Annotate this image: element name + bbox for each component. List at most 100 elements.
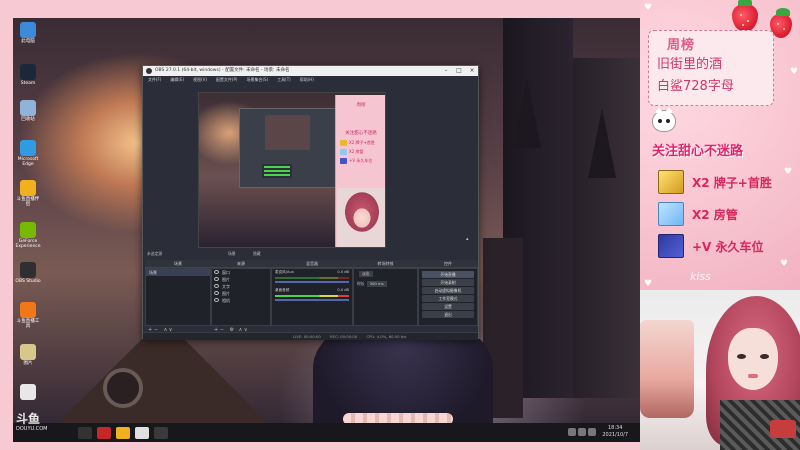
kiss-decoration: kiss	[690, 270, 711, 283]
desktop-icon[interactable]: Steam	[15, 64, 41, 86]
menu-scene-collection[interactable]: 场景集合(S)	[246, 76, 268, 84]
board-title: 周榜	[667, 38, 696, 53]
obs-window[interactable]: OBS 27.0.1 (64-bit, windows) - 配置文件: 未命名…	[142, 65, 479, 340]
tray-input-icon[interactable]	[588, 428, 596, 436]
source-item[interactable]: 文字	[212, 283, 270, 290]
exit-button[interactable]: 退出	[422, 311, 474, 318]
taskbar-app-icon[interactable]	[116, 426, 130, 439]
source-item[interactable]: 图片	[212, 290, 270, 297]
scene-item[interactable]: 场景	[146, 269, 210, 276]
mixer-channel-level: 0.0 dB	[337, 270, 349, 274]
obs-preview-canvas[interactable]: 周榜 关注甜心不迷路 X2 牌子+首胜 X2 房管 +V 永久车位	[198, 92, 386, 248]
menu-edit[interactable]: 编辑(E)	[170, 76, 184, 84]
desktop-icon[interactable]	[15, 384, 41, 401]
desktop-icon[interactable]: 斗鱼直播工具	[15, 302, 41, 329]
live-status: LIVE: 00:00:00	[293, 334, 321, 339]
paper-plane-icon	[658, 202, 684, 226]
board-line: 白鲨728字母	[657, 79, 734, 94]
rocket-icon	[658, 234, 684, 258]
source-item[interactable]: 图片	[212, 276, 270, 283]
desktop-icon-label: OBS Studio	[15, 279, 41, 284]
preview-overlay-row: X2 房管	[340, 149, 385, 155]
follow-text: 关注甜心不迷路	[652, 144, 744, 159]
controls-dock-title: 控件	[418, 260, 478, 268]
desktop-icon[interactable]: Microsoft Edge	[15, 140, 41, 167]
desktop-app-icon	[20, 140, 36, 156]
obs-title-bar[interactable]: OBS 27.0.1 (64-bit, windows) - 配置文件: 未命名…	[143, 66, 478, 76]
visibility-eye-icon[interactable]	[214, 270, 219, 274]
taskbar-app-icon[interactable]	[154, 426, 168, 439]
volume-slider[interactable]	[275, 299, 349, 301]
desktop-icon-label: Microsoft Edge	[17, 157, 39, 167]
preview-overlay-row: +V 永久车位	[340, 158, 385, 164]
taskbar-clock[interactable]: 18:34 2021/10/7	[602, 425, 628, 439]
menu-file[interactable]: 文件(F)	[148, 76, 161, 84]
drink-cup	[640, 320, 694, 418]
preview-scene-toggle[interactable]: 场景	[228, 251, 236, 257]
paper-plane-icon	[340, 149, 347, 155]
preview-hide-toggle[interactable]: 隐藏	[253, 251, 261, 257]
menu-help[interactable]: 帮助(H)	[300, 76, 314, 84]
strawberry-icon	[732, 0, 758, 32]
heart-icon: ♥	[790, 67, 799, 77]
nested-mixer	[262, 164, 292, 178]
visibility-eye-icon[interactable]	[214, 291, 219, 295]
rocket-icon	[340, 158, 347, 164]
cat-icon	[652, 107, 676, 132]
volume-meter	[275, 277, 349, 279]
taskbar: 18:34 2021/10/7	[13, 423, 640, 442]
minimize-icon[interactable]: –	[440, 66, 452, 76]
maximize-icon[interactable]: □	[453, 66, 465, 76]
taskbar-app-icon[interactable]	[78, 426, 92, 439]
scenes-dock: 场景	[145, 268, 211, 326]
start-streaming-button[interactable]: 开始直播	[422, 271, 474, 278]
taskbar-app-list	[73, 426, 168, 439]
transition-duration[interactable]: 时长 300 ms	[354, 279, 417, 289]
start-recording-button[interactable]: 开始录制	[422, 279, 474, 286]
studio-mode-button[interactable]: 工作室模式	[422, 295, 474, 302]
gift-row: X2 牌子+首胜	[658, 170, 772, 194]
desktop-icon[interactable]: GeForce Experience	[15, 222, 41, 249]
source-item[interactable]: 窗口	[212, 269, 270, 276]
taskbar-app-icon[interactable]	[135, 426, 149, 439]
heart-icon: ♥	[784, 167, 793, 177]
visibility-eye-icon[interactable]	[214, 284, 219, 288]
desktop-icon-label: 回收站	[21, 117, 35, 122]
nested-preview	[265, 115, 310, 150]
desktop-icon[interactable]: 图片	[15, 344, 41, 366]
controls-dock: 开始直播 开始录制 启动虚拟摄像机 工作室模式 设置 退出	[418, 268, 478, 326]
transition-type-select[interactable]: 淡出	[354, 269, 417, 279]
preview-resize-handle-icon[interactable]: ▴	[466, 236, 471, 242]
visibility-eye-icon[interactable]	[214, 298, 219, 302]
volume-slider[interactable]	[275, 281, 349, 283]
desktop-icon[interactable]: 此电脑	[15, 22, 41, 44]
gift-row: +V 永久车位	[658, 234, 764, 258]
source-item[interactable]: 相机	[212, 297, 270, 304]
sources-dock: 窗口 图片 文字 图片 相机	[211, 268, 271, 326]
duration-label: 时长	[357, 281, 365, 286]
clock-time: 18:34	[607, 425, 623, 431]
preview-nested-obs	[239, 108, 339, 188]
sources-dock-title: 来源	[211, 260, 271, 268]
mixer-channel-name: 麦克风/Aux	[275, 270, 294, 274]
douyu-brand: 斗鱼	[16, 412, 41, 426]
desktop-icon[interactable]: OBS Studio	[15, 262, 41, 284]
duration-input[interactable]: 300 ms	[366, 281, 387, 287]
menu-view[interactable]: 视图(V)	[193, 76, 207, 84]
close-icon[interactable]: ×	[466, 66, 478, 76]
tray-volume-icon[interactable]	[578, 428, 586, 436]
desktop-icon[interactable]: 斗鱼直播伴侣	[15, 180, 41, 207]
preview-overlay-title: 周榜	[356, 103, 366, 108]
tray-network-icon[interactable]	[568, 428, 576, 436]
settings-button[interactable]: 设置	[422, 303, 474, 310]
desktop-app-icon	[20, 302, 36, 318]
start-virtual-camera-button[interactable]: 启动虚拟摄像机	[422, 287, 474, 294]
desktop-icon-label: 斗鱼直播伴侣	[16, 197, 40, 207]
menu-tools[interactable]: 工具(T)	[277, 76, 291, 84]
taskbar-app-icon[interactable]	[97, 426, 111, 439]
desktop-icon[interactable]: 回收站	[15, 100, 41, 122]
menu-profile[interactable]: 配置文件(P)	[216, 76, 238, 84]
desktop-app-icon	[20, 384, 36, 400]
visibility-eye-icon[interactable]	[214, 277, 219, 281]
desktop-app-icon	[20, 64, 36, 80]
